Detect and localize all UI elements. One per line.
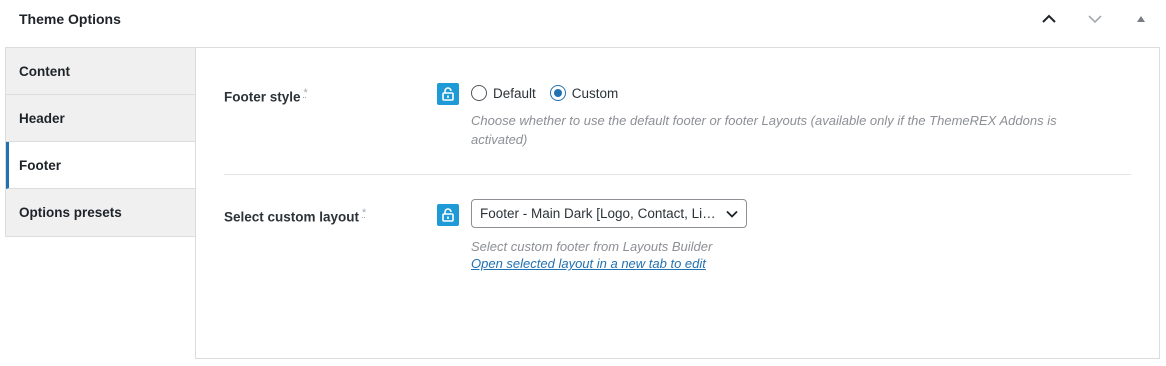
open-layout-link[interactable]: Open selected layout in a new tab to edi… (471, 256, 706, 271)
required-mark: * (303, 87, 308, 99)
footer-style-radio-group: Default Custom (471, 85, 618, 101)
footer-style-row: Footer style * Default Custom Choose whet… (224, 81, 1131, 175)
custom-layout-label: Select custom layout * (224, 207, 366, 225)
custom-layout-selected-value: Footer - Main Dark [Logo, Contact, Links… (480, 206, 720, 221)
tab-content[interactable]: Content (6, 48, 196, 95)
panel-title: Theme Options (19, 11, 121, 27)
footer-style-description: Choose whether to use the default footer… (471, 113, 1057, 147)
tab-header[interactable]: Header (6, 95, 196, 142)
chevron-down-icon (726, 210, 738, 218)
footer-style-label: Footer style * (224, 87, 308, 105)
radio-custom[interactable]: Custom (549, 85, 619, 101)
unlock-icon (442, 208, 454, 222)
triangle-up-icon (1137, 16, 1145, 22)
tab-options-presets[interactable]: Options presets (6, 189, 196, 236)
tab-footer[interactable]: Footer (6, 142, 196, 189)
move-down-button[interactable] (1080, 4, 1110, 34)
radio-default-label: Default (493, 85, 536, 101)
panel-header-controls (1034, 4, 1156, 34)
required-mark: * (362, 207, 367, 219)
radio-custom-circle[interactable] (549, 85, 566, 101)
radio-custom-dot (553, 89, 562, 97)
move-up-button[interactable] (1034, 4, 1064, 34)
custom-layout-lock-button[interactable] (437, 204, 459, 226)
radio-custom-label: Custom (571, 85, 619, 101)
radio-default[interactable]: Default (471, 85, 536, 101)
unlock-icon (442, 87, 454, 101)
chevron-up-icon (1042, 14, 1056, 23)
footer-style-label-text: Footer style (224, 89, 301, 105)
panel-header: Theme Options (0, 0, 1166, 38)
options-tabs: Content Header Footer Options presets (5, 47, 196, 237)
footer-style-lock-button[interactable] (437, 83, 459, 105)
radio-default-circle[interactable] (471, 85, 487, 101)
footer-options-content: Footer style * Default Custom Choose whet… (195, 47, 1160, 359)
custom-layout-row: Select custom layout * Footer - Main Dark… (224, 175, 1131, 295)
custom-layout-select[interactable]: Footer - Main Dark [Logo, Contact, Links… (471, 199, 747, 228)
custom-layout-description: Select custom footer from Layouts Builde… (471, 239, 713, 254)
custom-layout-label-text: Select custom layout (224, 209, 360, 225)
chevron-down-icon (1088, 15, 1102, 24)
toggle-panel-button[interactable] (1126, 4, 1156, 34)
